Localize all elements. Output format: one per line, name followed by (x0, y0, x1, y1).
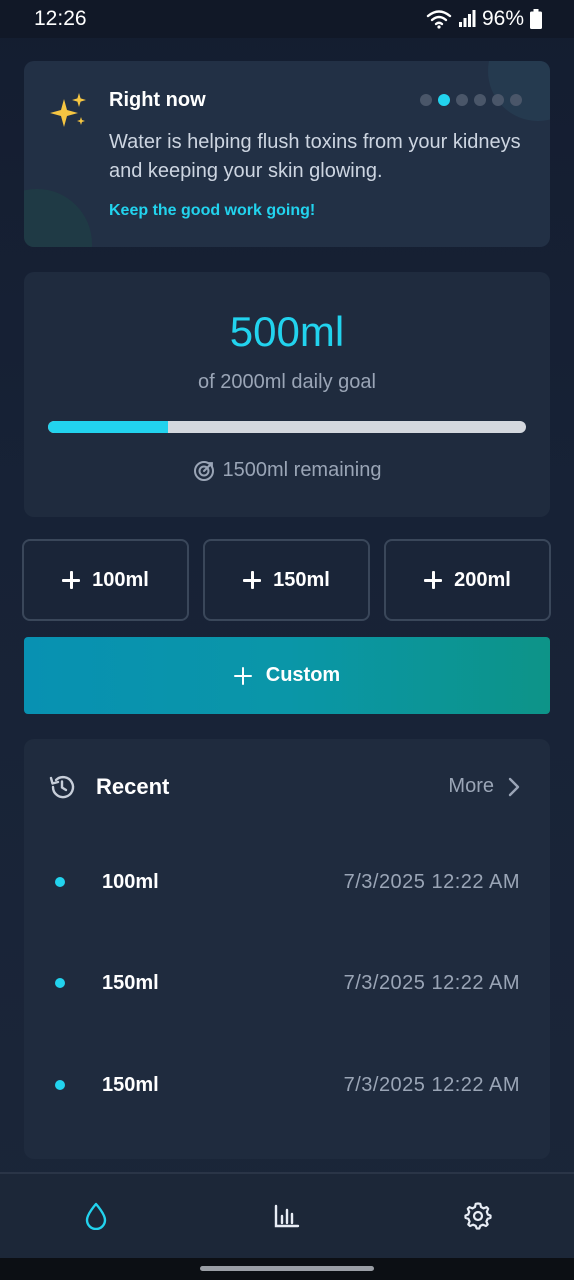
plus-icon (62, 571, 81, 589)
app-screen: 12:26 96% Right now Water is helping flu… (0, 0, 574, 1280)
entry-amount: 150ml (102, 1073, 159, 1096)
add-100ml-button[interactable]: 100ml (22, 539, 189, 621)
add-200ml-button[interactable]: 200ml (384, 539, 551, 621)
quick-add-label: 150ml (273, 568, 330, 591)
sparkles-icon (50, 93, 86, 127)
insight-text: Water is helping flush toxins from your … (109, 131, 521, 182)
intake-amount: 500ml (229, 308, 345, 355)
carousel-dot[interactable] (456, 94, 468, 106)
entry-time: 7/3/2025 12:22 AM (343, 971, 520, 994)
recent-entry[interactable]: 100ml 7/3/2025 12:22 AM (24, 862, 550, 902)
insight-cta: Keep the good work going! (109, 202, 316, 219)
entry-dot (55, 1080, 65, 1090)
custom-label: Custom (265, 664, 341, 686)
daily-goal-text: of 2000ml daily goal (198, 371, 376, 393)
status-bar: 12:26 96% (0, 0, 574, 38)
gear-icon (464, 1202, 492, 1230)
water-drop-icon (85, 1202, 106, 1230)
decorative-circle (24, 189, 92, 247)
battery-percent: 96% (481, 7, 524, 30)
carousel-dot-active[interactable] (438, 94, 450, 106)
progress-bar (48, 421, 526, 433)
recent-entry[interactable]: 150ml 7/3/2025 12:22 AM (24, 1065, 550, 1105)
status-icons: 96% (426, 7, 542, 31)
remaining-text: 1500ml remaining (222, 459, 382, 481)
status-time: 12:26 (34, 7, 87, 30)
carousel-dot[interactable] (474, 94, 486, 106)
recent-card: Recent More 100ml 7/3/2025 12:22 AM 150m… (24, 739, 550, 1159)
battery-icon (530, 9, 542, 29)
carousel-dot[interactable] (492, 94, 504, 106)
entry-dot (55, 978, 65, 988)
home-gesture-bar[interactable] (200, 1266, 374, 1271)
signal-icon (458, 10, 476, 27)
target-icon (193, 460, 214, 481)
history-icon (49, 775, 75, 799)
entry-time: 7/3/2025 12:22 AM (343, 1073, 520, 1096)
entry-amount: 150ml (102, 971, 159, 994)
wifi-icon (426, 10, 452, 29)
recent-title: Recent (96, 774, 170, 799)
insight-card[interactable]: Right now Water is helping flush toxins … (24, 61, 550, 247)
carousel-dot[interactable] (420, 94, 432, 106)
entry-time: 7/3/2025 12:22 AM (343, 870, 520, 893)
carousel-dots (420, 94, 522, 106)
plus-icon (424, 571, 443, 589)
plus-icon (233, 666, 252, 685)
nav-tab-stats[interactable] (257, 1186, 317, 1246)
decorative-circle (488, 61, 550, 121)
insight-title: Right now (109, 89, 206, 111)
nav-tab-settings[interactable] (448, 1186, 508, 1246)
progress-bar-fill (48, 421, 168, 433)
system-gesture-area (0, 1258, 574, 1280)
nav-tab-tracker[interactable] (66, 1186, 126, 1246)
plus-icon (243, 571, 262, 589)
more-label: More (448, 775, 494, 797)
bottom-navigation (0, 1172, 574, 1258)
remaining-row: 1500ml remaining (24, 459, 550, 482)
custom-amount-button[interactable]: Custom (24, 637, 550, 714)
bar-chart-icon (274, 1204, 300, 1228)
more-button[interactable]: More (448, 775, 520, 798)
entry-amount: 100ml (102, 870, 159, 893)
quick-add-label: 200ml (454, 568, 511, 591)
add-150ml-button[interactable]: 150ml (203, 539, 370, 621)
carousel-dot[interactable] (510, 94, 522, 106)
quick-add-label: 100ml (92, 568, 149, 591)
entry-dot (55, 877, 65, 887)
chevron-right-icon (508, 777, 520, 796)
recent-entry[interactable]: 150ml 7/3/2025 12:22 AM (24, 963, 550, 1003)
daily-progress-card: 500ml of 2000ml daily goal 1500ml remain… (24, 272, 550, 517)
